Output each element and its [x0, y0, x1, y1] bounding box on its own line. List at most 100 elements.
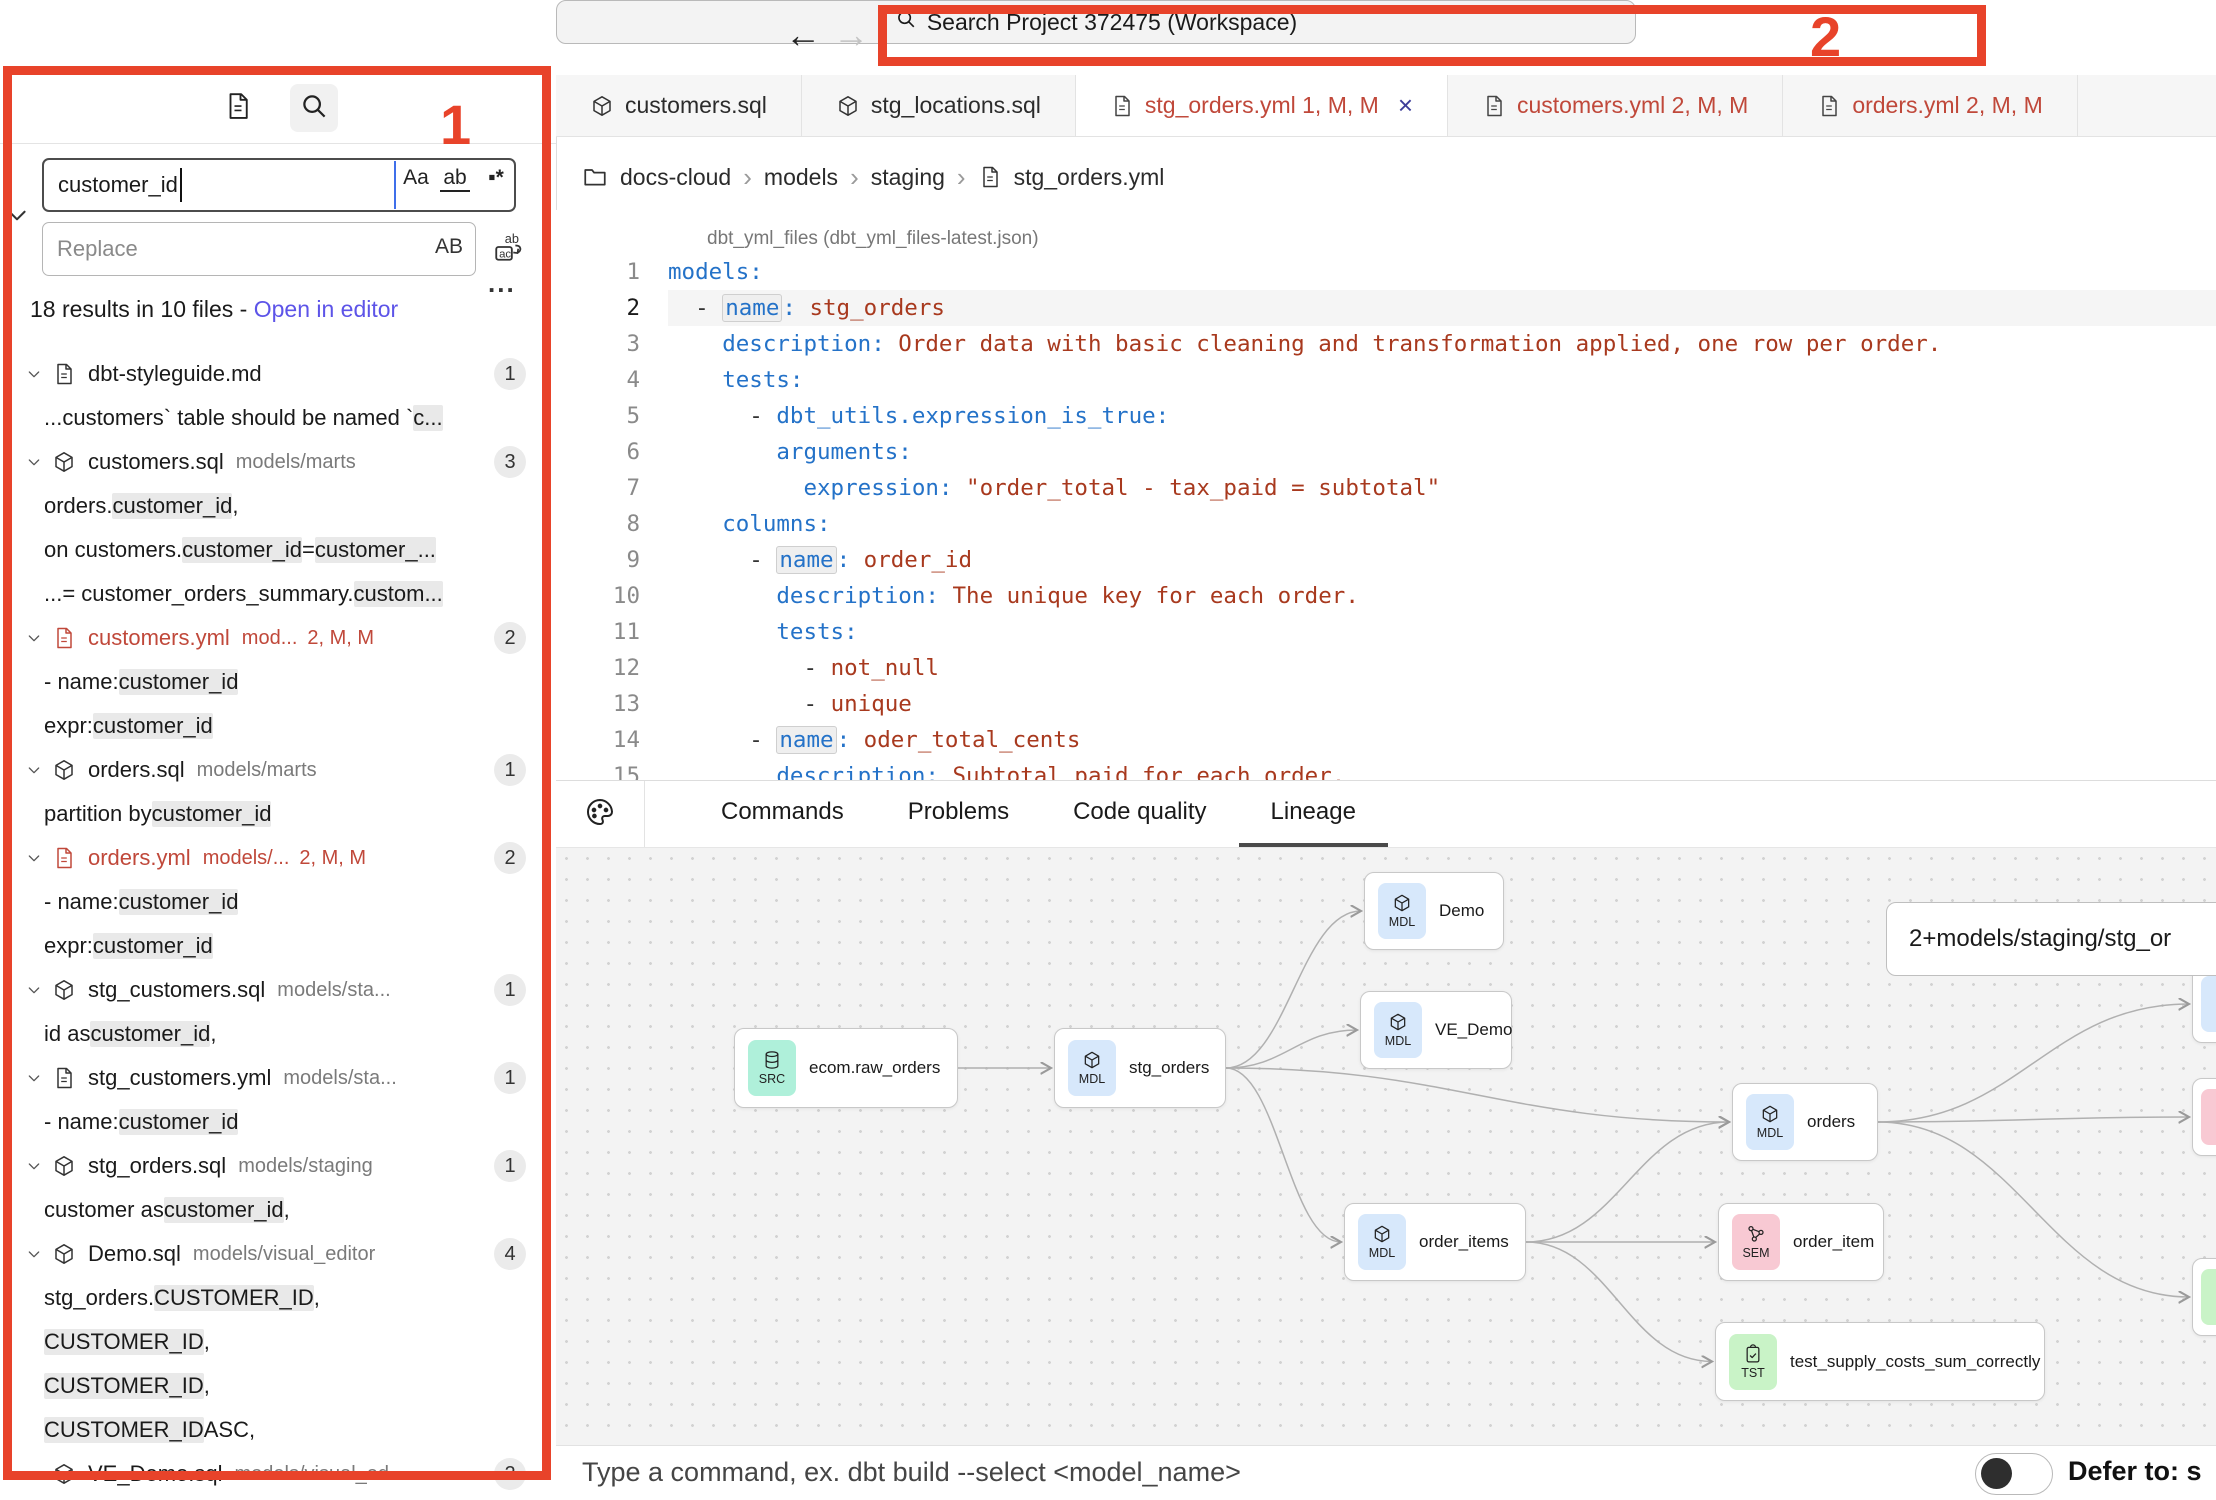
- tab-customers.yml[interactable]: customers.yml 2, M, M: [1448, 75, 1783, 136]
- search-result-file-row[interactable]: customers.ymlmod...2, M, M2: [0, 616, 556, 660]
- line-number: 8: [556, 506, 668, 542]
- whole-word-toggle[interactable]: ab: [440, 166, 470, 192]
- chevron-down-icon[interactable]: [26, 1158, 42, 1174]
- breadcrumb-segment[interactable]: models: [764, 164, 838, 191]
- lineage-node-Demo[interactable]: MDLDemo: [1364, 872, 1504, 950]
- chevron-down-icon[interactable]: [26, 1466, 42, 1482]
- panel-tab-code-quality[interactable]: Code quality: [1041, 781, 1238, 847]
- node-label: stg_orders: [1129, 1058, 1209, 1078]
- search-result-match-row[interactable]: stg_orders.CUSTOMER_ID,: [0, 1276, 556, 1320]
- line-content: tests:: [668, 362, 2216, 398]
- search-result-match-row[interactable]: orders.customer_id,: [0, 484, 556, 528]
- code-editor[interactable]: dbt_yml_files (dbt_yml_files-latest.json…: [556, 210, 2216, 780]
- search-result-file-row[interactable]: dbt-styleguide.md1: [0, 352, 556, 396]
- theme-palette-button[interactable]: [556, 781, 645, 847]
- search-result-file-row[interactable]: stg_orders.sqlmodels/staging1: [0, 1144, 556, 1188]
- search-result-match-row[interactable]: expr: customer_id: [0, 924, 556, 968]
- code-line: 3 description: Order data with basic cle…: [556, 326, 2216, 362]
- search-result-match-row[interactable]: ...customers` table should be named `c..…: [0, 396, 556, 440]
- forward-arrow-icon: →: [833, 14, 869, 56]
- line-content: arguments:: [668, 434, 2216, 470]
- lineage-node-VE_Demo[interactable]: MDLVE_Demo: [1360, 991, 1512, 1069]
- chevron-down-icon[interactable]: [26, 1246, 42, 1262]
- search-result-file-row[interactable]: orders.sqlmodels/marts1: [0, 748, 556, 792]
- match-text: ,: [204, 1373, 210, 1399]
- replace-input[interactable]: Replace AB: [42, 222, 476, 276]
- search-result-match-row[interactable]: - name: customer_id: [0, 880, 556, 924]
- line-number: 2: [556, 290, 668, 326]
- open-in-editor-link[interactable]: Open in editor: [254, 296, 398, 322]
- lineage-node-orders[interactable]: MDLorders: [1732, 1083, 1878, 1161]
- search-result-file-row[interactable]: customers.sqlmodels/marts3: [0, 440, 556, 484]
- search-icon: [299, 91, 329, 126]
- more-actions-button[interactable]: ...: [488, 268, 516, 299]
- replace-all-icon[interactable]: abac: [492, 230, 526, 269]
- chevron-down-icon[interactable]: [26, 366, 42, 382]
- file-explorer-icon[interactable]: [214, 84, 262, 132]
- match-text: - name:: [44, 669, 119, 695]
- search-result-match-row[interactable]: customer as customer_id,: [0, 1188, 556, 1232]
- code-token: The unique key for each order.: [939, 583, 1359, 609]
- search-result-file-row[interactable]: stg_customers.ymlmodels/sta...1: [0, 1056, 556, 1100]
- search-result-match-row[interactable]: - name: customer_id: [0, 660, 556, 704]
- line-content: expression: "order_total - tax_paid = su…: [668, 470, 2216, 506]
- lineage-node-partial[interactable]: [2192, 965, 2216, 1043]
- chevron-down-icon[interactable]: [26, 630, 42, 646]
- file-path: models/sta...: [283, 1067, 396, 1090]
- palette-icon: [584, 796, 616, 833]
- tab-stg_locations.sql[interactable]: stg_locations.sql: [802, 75, 1076, 136]
- search-result-match-row[interactable]: expr: customer_id: [0, 704, 556, 748]
- defer-toggle[interactable]: [1975, 1453, 2053, 1495]
- search-mode-icon[interactable]: [290, 84, 338, 132]
- tab-label: stg_locations.sql: [871, 92, 1041, 119]
- breadcrumb-segment[interactable]: staging: [871, 164, 945, 191]
- panel-tab-commands[interactable]: Commands: [689, 781, 876, 847]
- lineage-node-partial[interactable]: [2192, 1258, 2216, 1336]
- lineage-node-test_supply_costs_sum_correctly[interactable]: TSTtest_supply_costs_sum_correctly: [1715, 1322, 2045, 1401]
- lineage-node-order_items[interactable]: MDLorder_items: [1344, 1203, 1526, 1281]
- search-result-match-row[interactable]: ...= customer_orders_summary.custom...: [0, 572, 556, 616]
- doc-icon: [52, 1066, 76, 1090]
- tab-customers.sql[interactable]: customers.sql: [556, 75, 802, 136]
- project-search-bar[interactable]: Search Project 372475 (Workspace): [556, 0, 1636, 44]
- chevron-down-icon[interactable]: [4, 202, 30, 233]
- panel-tab-lineage[interactable]: Lineage: [1239, 781, 1388, 847]
- search-result-match-row[interactable]: CUSTOMER_ID ASC,: [0, 1408, 556, 1452]
- match-count-badge: 4: [494, 1238, 526, 1270]
- line-number: 1: [556, 254, 668, 290]
- search-result-file-row[interactable]: orders.ymlmodels/...2, M, M2: [0, 836, 556, 880]
- lineage-node-partial[interactable]: [2192, 1078, 2216, 1156]
- tab-stg_orders.yml[interactable]: stg_orders.yml 1, M, M×: [1076, 75, 1448, 136]
- search-result-match-row[interactable]: - name: customer_id: [0, 1100, 556, 1144]
- match-text: ,: [210, 1021, 216, 1047]
- regex-toggle[interactable]: ▪*: [478, 166, 514, 190]
- chevron-down-icon[interactable]: [26, 1070, 42, 1086]
- chevron-down-icon[interactable]: [26, 762, 42, 778]
- lineage-node-order_item[interactable]: SEMorder_item: [1718, 1203, 1884, 1281]
- match-case-toggle[interactable]: Aa: [398, 166, 434, 190]
- lineage-filter-input[interactable]: 2+models/staging/stg_or: [1886, 902, 2216, 976]
- search-result-match-row[interactable]: id as customer_id,: [0, 1012, 556, 1056]
- search-result-file-row[interactable]: VE_Demo.sqlmodels/visual_ed...2: [0, 1452, 556, 1496]
- lineage-node-ecom.raw_orders[interactable]: SRCecom.raw_orders: [734, 1028, 958, 1108]
- lineage-node-stg_orders[interactable]: MDLstg_orders: [1054, 1028, 1226, 1108]
- search-result-match-row[interactable]: on customers.customer_id = customer_...: [0, 528, 556, 572]
- command-input[interactable]: Type a command, ex. dbt build --select <…: [582, 1457, 1241, 1488]
- lineage-canvas[interactable]: SRCecom.raw_orders MDLstg_orders MDLDemo MD…: [556, 848, 2216, 1445]
- breadcrumb-segment[interactable]: docs-cloud: [620, 164, 731, 191]
- panel-tab-problems[interactable]: Problems: [876, 781, 1041, 847]
- chevron-down-icon[interactable]: [26, 454, 42, 470]
- search-result-match-row[interactable]: CUSTOMER_ID,: [0, 1364, 556, 1408]
- line-content: description: Order data with basic clean…: [668, 326, 2216, 362]
- chevron-down-icon[interactable]: [26, 982, 42, 998]
- back-arrow-icon[interactable]: ←: [785, 14, 821, 56]
- close-icon[interactable]: ×: [1398, 90, 1413, 121]
- search-result-file-row[interactable]: stg_customers.sqlmodels/sta...1: [0, 968, 556, 1012]
- tab-orders.yml[interactable]: orders.yml 2, M, M: [1783, 75, 2077, 136]
- code-token: :: [782, 295, 796, 321]
- chevron-down-icon[interactable]: [26, 850, 42, 866]
- search-result-match-row[interactable]: partition by customer_id: [0, 792, 556, 836]
- search-result-match-row[interactable]: CUSTOMER_ID,: [0, 1320, 556, 1364]
- search-result-file-row[interactable]: Demo.sqlmodels/visual_editor4: [0, 1232, 556, 1276]
- preserve-case-toggle[interactable]: AB: [435, 235, 463, 259]
